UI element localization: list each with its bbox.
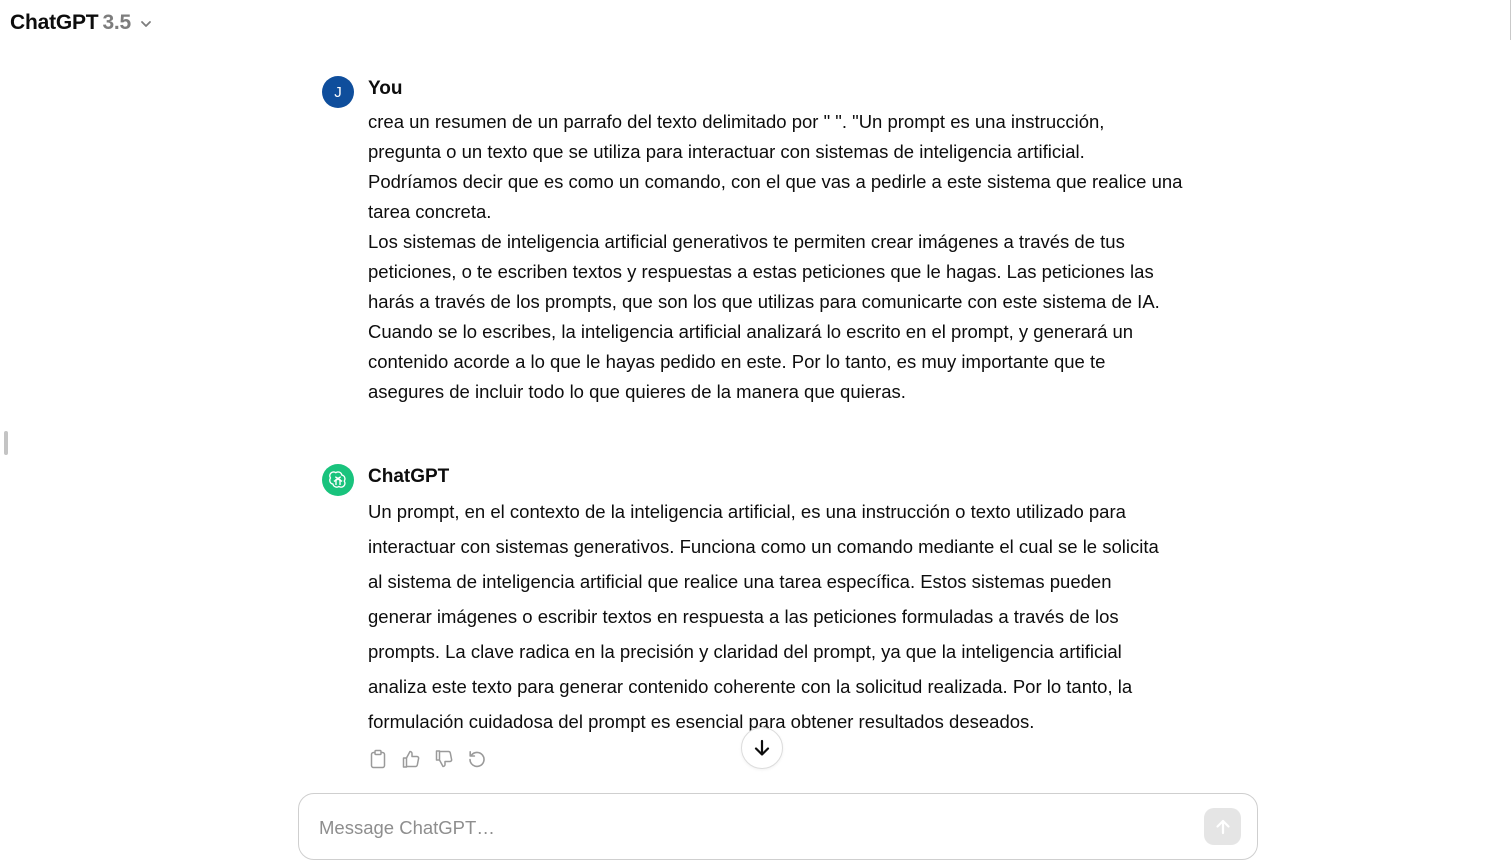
user-avatar: J (322, 76, 354, 108)
message-line: contenido acorde a lo que le hayas pedid… (368, 351, 1106, 372)
message-line: Un prompt, en el contexto de la intelige… (368, 501, 1126, 522)
message-line: peticiones, o te escriben textos y respu… (368, 261, 1154, 282)
user-avatar-initial: J (334, 83, 342, 101)
message-line: al sistema de inteligencia artificial qu… (368, 571, 1112, 592)
message-line: analiza este texto para generar contenid… (368, 676, 1133, 697)
thumbs-down-button[interactable] (434, 748, 454, 770)
assistant-avatar (322, 464, 354, 496)
message-line: Podríamos decir que es como un comando, … (368, 171, 1183, 192)
message-line: interactuar con sistemas generativos. Fu… (368, 536, 1159, 557)
message-line: asegures de incluir todo lo que quieres … (368, 381, 906, 402)
copy-icon (370, 749, 386, 769)
openai-logo-icon (329, 471, 346, 488)
arrow-up-icon (1215, 819, 1230, 834)
chat-page: ChatGPT 3.5 J You crea un resumen de un … (0, 0, 1511, 866)
message-line: pregunta o un texto que se utiliza para … (368, 141, 1085, 162)
message-line: Los sistemas de inteligencia artificial … (368, 231, 1125, 252)
arrow-down-icon (754, 739, 770, 756)
chevron-down-icon (141, 21, 151, 27)
thumbs-down-icon (435, 750, 453, 768)
assistant-author-label: ChatGPT (368, 466, 450, 487)
thumbs-up-icon (402, 750, 420, 768)
model-version: 3.5 (102, 11, 132, 34)
message-line: generar imágenes o escribir textos en re… (368, 606, 1119, 627)
model-switcher[interactable]: ChatGPT 3.5 (10, 11, 153, 35)
message-line: crea un resumen de un parrafo del texto … (368, 111, 1105, 132)
thumbs-up-button[interactable] (401, 748, 421, 770)
regenerate-button[interactable] (467, 748, 487, 770)
user-message-text: crea un resumen de un parrafo del texto … (368, 107, 1182, 407)
assistant-message-text: Un prompt, en el contexto de la intelige… (368, 494, 1159, 739)
message-line: Cuando se lo escribes, la inteligencia a… (368, 321, 1134, 342)
message-line: prompts. La clave radica en la precisión… (368, 641, 1122, 662)
send-button[interactable] (1204, 808, 1241, 845)
message-composer (298, 793, 1258, 860)
message-line: tarea concreta. (368, 201, 492, 222)
regenerate-icon (469, 751, 485, 768)
model-name: ChatGPT (10, 11, 99, 34)
sidebar-toggle-handle[interactable] (4, 431, 8, 455)
user-author-label: You (368, 78, 403, 99)
message-input[interactable] (319, 814, 1179, 842)
message-line: harás a través de los prompts, que son l… (368, 291, 1160, 312)
message-actions (368, 748, 487, 770)
copy-button[interactable] (368, 748, 388, 770)
scroll-to-bottom-button[interactable] (741, 727, 783, 769)
